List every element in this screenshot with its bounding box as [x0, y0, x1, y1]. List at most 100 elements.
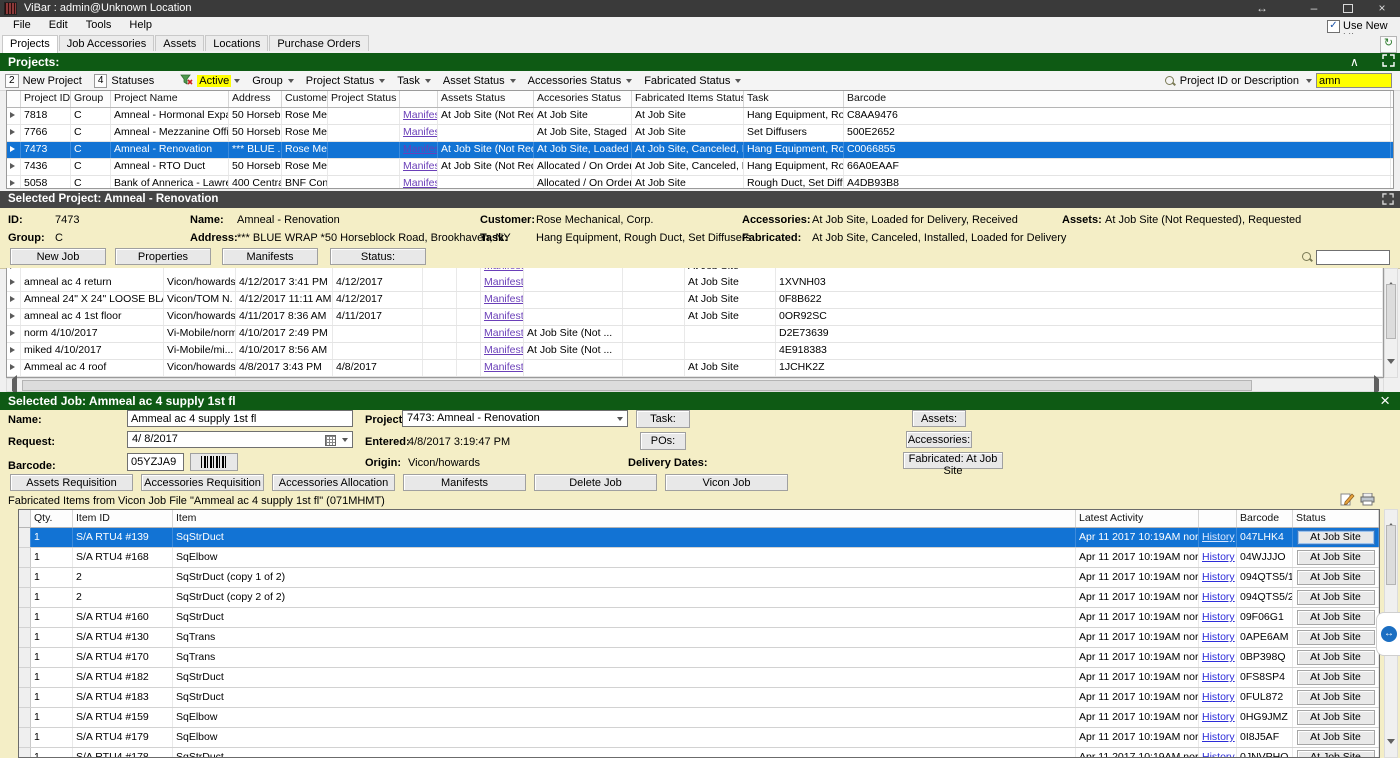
- scrollbar-thumb[interactable]: [1386, 525, 1396, 585]
- status-button[interactable]: At Job Site: [1297, 750, 1375, 758]
- table-row[interactable]: 7818CAmneal - Hormonal Expansion50 Horse…: [7, 108, 1393, 125]
- manifests-button[interactable]: Manifests: [222, 248, 318, 265]
- history-link[interactable]: History: [1202, 551, 1235, 563]
- column-header-item_id[interactable]: Item ID: [73, 510, 173, 527]
- scrollbar-thumb[interactable]: [22, 380, 1252, 391]
- title-bar[interactable]: ViBar : admin@Unknown Location ↔ – ×: [0, 0, 1400, 17]
- manifests-link[interactable]: Manifests: [403, 109, 438, 121]
- status-button[interactable]: Status:: [330, 248, 426, 265]
- status-button[interactable]: At Job Site: [1297, 730, 1375, 745]
- history-link[interactable]: History: [1202, 531, 1235, 543]
- remote-dock-tab[interactable]: ↔: [1376, 612, 1400, 656]
- table-row[interactable]: 1S/A RTU4 #168SqElbowApr 11 2017 10:19AM…: [19, 548, 1379, 568]
- table-row[interactable]: 7766CAmneal - Mezzanine Offices50 Horseb…: [7, 125, 1393, 142]
- refresh-icon[interactable]: ↻: [1380, 36, 1397, 53]
- manifests-link[interactable]: Manifests: [403, 143, 438, 155]
- column-header-fabricated[interactable]: Fabricated Items Status: [632, 91, 744, 107]
- delete-job-button[interactable]: Delete Job: [534, 474, 657, 491]
- history-link[interactable]: History: [1202, 611, 1235, 623]
- close-button[interactable]: ×: [1368, 0, 1396, 17]
- maximize-button[interactable]: [1334, 0, 1362, 17]
- history-link[interactable]: History: [1202, 731, 1235, 743]
- menu-item-help[interactable]: Help: [120, 17, 161, 34]
- manifests-link[interactable]: Manifests: [484, 344, 524, 356]
- status-button[interactable]: At Job Site: [1297, 650, 1375, 665]
- history-link[interactable]: History: [1202, 591, 1235, 603]
- tab-purchase-orders[interactable]: Purchase Orders: [269, 35, 368, 51]
- job-project-select[interactable]: 7473: Amneal - Renovation: [402, 410, 628, 427]
- column-header[interactable]: [19, 510, 31, 527]
- table-row[interactable]: 1S/A RTU4 #183SqStrDuctApr 11 2017 10:19…: [19, 688, 1379, 708]
- table-row[interactable]: amneal ac 4 1st floorVicon/howards4/11/2…: [7, 309, 1383, 326]
- table-row[interactable]: 7436CAmneal - RTO Duct50 Horsebl...Rose …: [7, 159, 1393, 176]
- column-header[interactable]: [400, 91, 438, 107]
- manifests-button[interactable]: Manifests: [403, 474, 526, 491]
- use-new-ui-checkbox[interactable]: ✓: [1327, 20, 1340, 33]
- column-header-address[interactable]: Address: [229, 91, 282, 107]
- table-row[interactable]: Ammeal ac 4 roofVicon/howards4/8/2017 3:…: [7, 360, 1383, 377]
- history-link[interactable]: History: [1202, 751, 1235, 758]
- scroll-up-icon[interactable]: [1385, 270, 1397, 282]
- column-header-barcode[interactable]: Barcode: [844, 91, 1391, 107]
- scrollbar-thumb[interactable]: [1386, 284, 1396, 339]
- status-button[interactable]: At Job Site: [1297, 530, 1375, 545]
- status-button[interactable]: At Job Site: [1297, 670, 1375, 685]
- table-row[interactable]: Amneal 24" X 24" LOOSE BLA...Vicon/TOM N…: [7, 292, 1383, 309]
- filter-asset-status[interactable]: Asset Status: [441, 75, 516, 87]
- scroll-left-icon[interactable]: [8, 379, 20, 391]
- collapse-icon[interactable]: ∧: [1350, 55, 1359, 69]
- table-row[interactable]: 12SqStrDuct (copy 2 of 2)Apr 11 2017 10:…: [19, 588, 1379, 608]
- column-header-status[interactable]: Status: [1293, 510, 1379, 527]
- close-icon[interactable]: ×: [1380, 392, 1390, 410]
- column-header-qty[interactable]: Qty.: [31, 510, 73, 527]
- table-row[interactable]: 5058CBank of Annerica - Lawrence400 Cent…: [7, 176, 1393, 189]
- status-button[interactable]: At Job Site: [1297, 590, 1375, 605]
- manifests-link[interactable]: Manifests: [403, 160, 438, 172]
- table-row[interactable]: miked 4/10/2017Vi-Mobile/mi...4/10/2017 …: [7, 343, 1383, 360]
- new-job-button[interactable]: New Job: [10, 248, 106, 265]
- table-row[interactable]: 1S/A RTU4 #179SqElbowApr 11 2017 10:19AM…: [19, 728, 1379, 748]
- history-link[interactable]: History: [1202, 711, 1235, 723]
- tab-projects[interactable]: Projects: [2, 35, 58, 53]
- table-row[interactable]: 1S/A RTU4 #159SqElbowApr 11 2017 10:19AM…: [19, 708, 1379, 728]
- status-button[interactable]: At Job Site: [1297, 570, 1375, 585]
- history-link[interactable]: History: [1202, 691, 1235, 703]
- vertical-scrollbar[interactable]: [1384, 268, 1398, 378]
- manifests-link[interactable]: Manifests: [484, 276, 524, 288]
- tab-job-accessories[interactable]: Job Accessories: [59, 35, 154, 51]
- horizontal-scrollbar[interactable]: [6, 378, 1384, 392]
- menu-item-file[interactable]: File: [4, 17, 40, 34]
- assets-requisition-button[interactable]: Assets Requisition: [10, 474, 133, 491]
- table-row[interactable]: amneal ac 4 returnVicon/howards4/12/2017…: [7, 275, 1383, 292]
- filter-accessories-status[interactable]: Accessories Status: [526, 75, 633, 87]
- accessories-button[interactable]: Accessories:: [906, 431, 972, 448]
- new-project-button[interactable]: New Project: [23, 75, 82, 87]
- manifests-link[interactable]: Manifests: [403, 177, 438, 189]
- filter-active[interactable]: Active: [197, 75, 240, 87]
- scroll-up-icon[interactable]: [1385, 511, 1397, 523]
- print-icon[interactable]: [1360, 493, 1376, 508]
- job-request-date-input[interactable]: 4/ 8/2017: [127, 431, 353, 448]
- search-field-selector[interactable]: Project ID or Description: [1180, 75, 1299, 87]
- expand-icon[interactable]: [1382, 54, 1395, 70]
- barcode-button[interactable]: [190, 453, 238, 471]
- task-button[interactable]: Task:: [636, 410, 690, 428]
- job-name-input[interactable]: [127, 410, 353, 427]
- statuses-button[interactable]: Statuses: [111, 75, 154, 87]
- table-row[interactable]: 1S/A RTU4 #130SqTransApr 11 2017 10:19AM…: [19, 628, 1379, 648]
- status-button[interactable]: At Job Site: [1297, 710, 1375, 725]
- history-link[interactable]: History: [1202, 571, 1235, 583]
- column-header-task[interactable]: Task: [744, 91, 844, 107]
- vicon-job-button[interactable]: Vicon Job: [665, 474, 788, 491]
- column-header-name[interactable]: Project Name: [111, 91, 229, 107]
- tab-assets[interactable]: Assets: [155, 35, 204, 51]
- status-button[interactable]: At Job Site: [1297, 550, 1375, 565]
- filter-project-status[interactable]: Project Status: [304, 75, 385, 87]
- project-search-input[interactable]: [1316, 73, 1392, 88]
- properties-button[interactable]: Properties: [115, 248, 211, 265]
- manifests-link[interactable]: Manifests: [484, 310, 524, 322]
- job-barcode-input[interactable]: [127, 453, 184, 471]
- scroll-down-icon[interactable]: [1385, 744, 1397, 756]
- table-row[interactable]: 1S/A RTU4 #178SqStrDuctApr 11 2017 10:19…: [19, 748, 1379, 758]
- column-header-customer[interactable]: Customer: [282, 91, 328, 107]
